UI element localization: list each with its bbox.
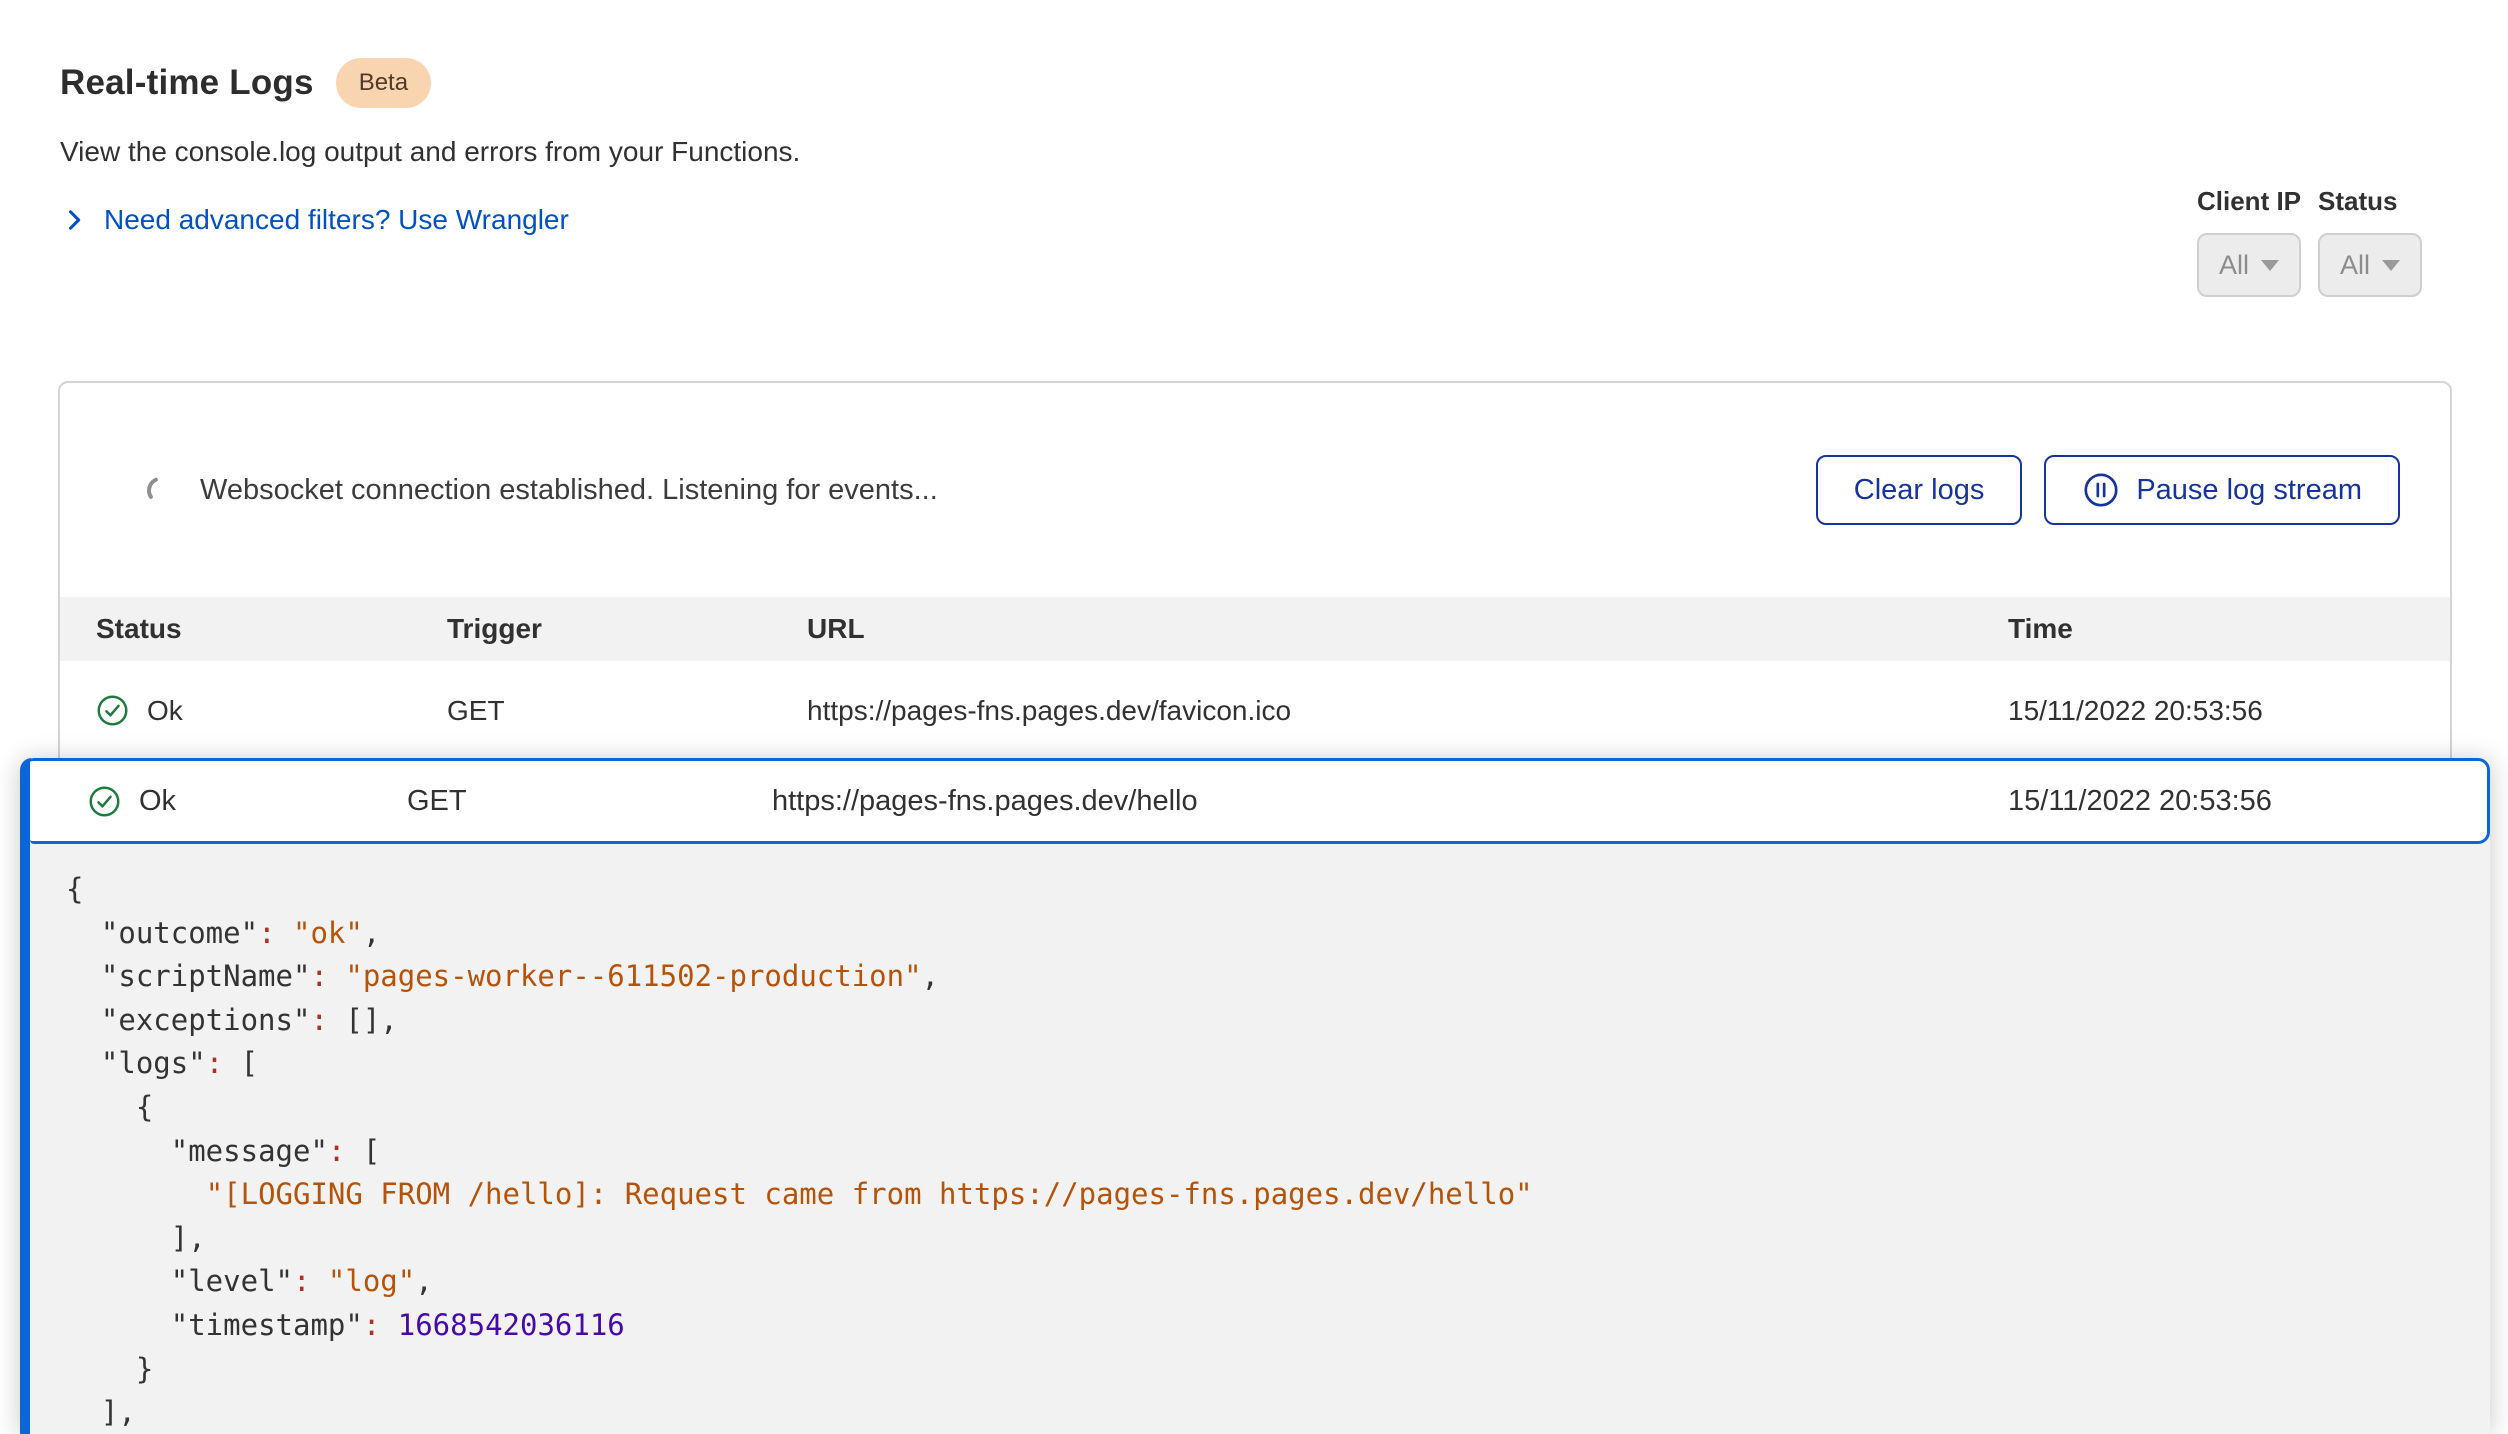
log-detail-json: { "outcome": "ok", "scriptName": "pages-… [30,844,2490,1434]
trigger-value: GET [407,785,772,818]
status-value: Ok [139,785,176,818]
spinner-icon [144,475,174,505]
status-value: All [2340,250,2370,281]
column-header-time: Time [2008,613,2450,645]
client-ip-dropdown[interactable]: All [2197,233,2301,297]
status-value: Ok [147,695,183,727]
column-header-status: Status [96,613,447,645]
time-value: 15/11/2022 20:53:56 [2008,695,2450,727]
check-circle-icon [88,785,121,818]
status-filter: Status All [2318,186,2422,297]
column-header-trigger: Trigger [447,613,807,645]
url-value: https://pages-fns.pages.dev/favicon.ico [807,695,2008,727]
chevron-right-icon [60,206,88,234]
status-dropdown[interactable]: All [2318,233,2422,297]
clear-logs-button[interactable]: Clear logs [1816,455,2023,525]
client-ip-value: All [2219,250,2249,281]
client-ip-filter: Client IP All [2197,186,2301,297]
beta-badge: Beta [336,58,431,108]
table-row[interactable]: Ok GET https://pages-fns.pages.dev/favic… [60,661,2450,760]
check-circle-icon [96,694,129,727]
page-title: Real-time Logs [60,63,314,103]
wrangler-link-row[interactable]: Need advanced filters? Use Wrangler [60,204,800,236]
page-header: Real-time Logs Beta View the console.log… [60,58,800,236]
column-header-url: URL [807,613,2008,645]
table-header: Status Trigger URL Time [60,597,2450,661]
trigger-value: GET [447,695,807,727]
pause-log-stream-button[interactable]: Pause log stream [2044,455,2400,525]
chevron-down-icon [2261,260,2279,271]
wrangler-link[interactable]: Need advanced filters? Use Wrangler [104,204,569,236]
client-ip-label: Client IP [2197,186,2301,217]
expanded-log-entry: Ok GET https://pages-fns.pages.dev/hello… [20,758,2490,1434]
url-value: https://pages-fns.pages.dev/hello [772,785,2008,818]
websocket-status-message: Websocket connection established. Listen… [200,474,1816,507]
status-bar: Websocket connection established. Listen… [60,383,2450,597]
pause-icon [2082,471,2120,509]
table-row-selected[interactable]: Ok GET https://pages-fns.pages.dev/hello… [30,758,2490,844]
page-subtitle: View the console.log output and errors f… [60,136,800,168]
chevron-down-icon [2382,260,2400,271]
time-value: 15/11/2022 20:53:56 [2008,785,2487,818]
status-label: Status [2318,186,2422,217]
